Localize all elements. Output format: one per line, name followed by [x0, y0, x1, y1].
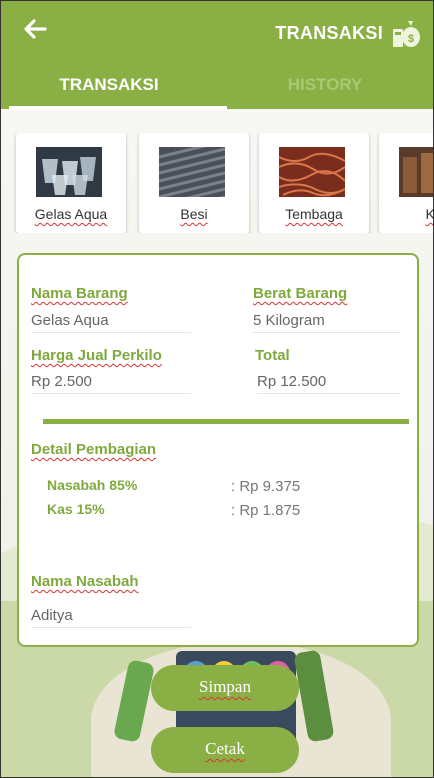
product-label: Gelas Aqua — [34, 206, 108, 222]
svg-text:$: $ — [408, 33, 414, 45]
kas-share-label: Kas 15% — [47, 501, 105, 517]
plastic-cups-image — [36, 147, 102, 197]
tab-history[interactable]: HISTORY — [217, 75, 433, 95]
money-bag-icon: $ — [391, 15, 421, 49]
iron-rods-image — [159, 147, 225, 197]
nasabah-share-label: Nasabah 85% — [47, 477, 138, 493]
berat-barang-field[interactable]: 5 Kilogram — [253, 312, 401, 333]
product-label: Ka — [379, 206, 433, 222]
tab-transaksi[interactable]: TRANSAKSI — [1, 75, 217, 95]
active-tab-indicator — [9, 106, 227, 110]
product-card-partial[interactable]: Ka — [379, 133, 433, 233]
total-label: Total — [255, 347, 290, 364]
app-frame: TRANSAKSI $ TRANSAKSI HISTORY Gelas Aqua… — [0, 0, 434, 778]
nama-nasabah-label: Nama Nasabah — [31, 573, 139, 590]
harga-field[interactable]: Rp 2.500 — [31, 373, 191, 394]
product-label: Besi — [180, 206, 208, 222]
product-card-besi[interactable]: Besi — [139, 133, 249, 233]
detail-pembagian-title: Detail Pembagian — [31, 441, 157, 458]
cetak-button[interactable]: Cetak — [151, 727, 299, 773]
page-title: TRANSAKSI — [275, 23, 383, 43]
nama-nasabah-field[interactable]: Aditya — [31, 607, 191, 628]
product-label: Tembaga — [285, 206, 343, 222]
transaction-form: Nama Barang Gelas Aqua Berat Barang 5 Ki… — [17, 253, 419, 647]
nasabah-share-value: : Rp 9.375 — [231, 478, 301, 495]
nama-barang-field[interactable]: Gelas Aqua — [31, 312, 191, 333]
tab-bar: TRANSAKSI HISTORY — [1, 63, 433, 109]
product-carousel[interactable]: Gelas Aqua Besi Tembaga — [1, 133, 433, 233]
simpan-button[interactable]: Simpan — [151, 665, 299, 711]
section-divider — [43, 419, 409, 424]
product-card-tembaga[interactable]: Tembaga — [259, 133, 369, 233]
harga-label: Harga Jual Perkilo — [31, 347, 162, 364]
kas-share-value: : Rp 1.875 — [231, 502, 301, 519]
product-card-gelas-aqua[interactable]: Gelas Aqua — [16, 133, 126, 233]
app-header: TRANSAKSI $ TRANSAKSI HISTORY — [1, 1, 433, 110]
total-field[interactable]: Rp 12.500 — [257, 373, 401, 394]
bottles-image — [399, 147, 433, 197]
copper-wire-image — [279, 147, 345, 197]
nama-barang-label: Nama Barang — [31, 285, 128, 302]
arrow-left-icon[interactable] — [23, 17, 47, 47]
berat-barang-label: Berat Barang — [253, 285, 348, 302]
